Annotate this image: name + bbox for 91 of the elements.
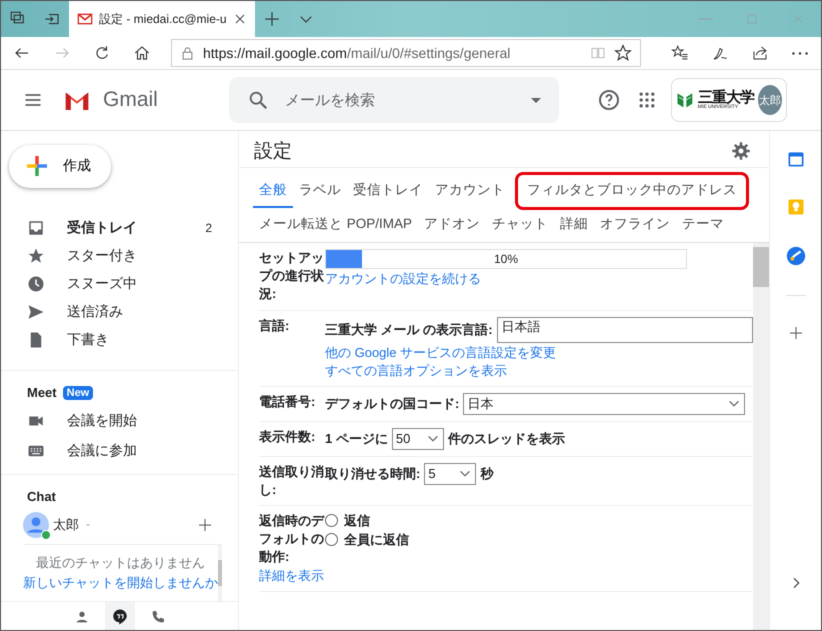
radio-label: 全員に返信 — [344, 530, 409, 548]
share-icon — [751, 44, 769, 62]
search-field[interactable]: メールを検索 — [229, 77, 559, 123]
more-icon — [792, 52, 808, 54]
setting-label: 送信取り消し: — [259, 462, 324, 499]
settings-icon — [731, 141, 751, 161]
new-badge: New — [62, 386, 94, 400]
settings-tab[interactable]: オフライン — [594, 208, 676, 242]
setting-label: 返信時のデフォルトの動作: — [259, 512, 325, 566]
help-icon — [597, 88, 621, 112]
search-icon — [247, 89, 269, 111]
folder-item[interactable]: スヌーズ中 — [1, 270, 238, 298]
close-icon — [791, 12, 805, 26]
scrollbar[interactable] — [218, 545, 222, 602]
field-suffix: 件のスレッドを表示 — [448, 430, 565, 448]
plus-icon — [25, 154, 49, 178]
field-label: 三重大学 メール の表示言語: — [325, 320, 493, 338]
chat-bubble-icon — [110, 608, 128, 626]
setting-label: セットアップの進行状況: — [259, 249, 325, 304]
continue-setup-link[interactable]: アカウントの設定を続ける — [325, 270, 753, 288]
setting-label: 言語: — [259, 316, 290, 335]
compose-button[interactable]: 作成 — [9, 145, 111, 188]
url-text: https://mail.google.com/mail/u/0/#settings/general — [203, 45, 510, 61]
star-icon — [614, 44, 632, 62]
address-bar[interactable]: https://mail.google.com/mail/u/0/#settings/general — [171, 39, 641, 67]
search-input[interactable]: メールを検索 — [283, 90, 517, 110]
settings-tab[interactable]: メール転送と POP/IMAP — [253, 208, 418, 242]
clock-icon — [27, 274, 45, 293]
radio-button[interactable] — [325, 532, 338, 546]
language-link[interactable]: すべての言語オプションを表示 — [325, 362, 753, 380]
favorites-icon — [671, 44, 689, 62]
start-chat-link[interactable]: 新しいチャットを開始しませんか — [23, 574, 218, 592]
meet-item[interactable]: 会議に参加 — [1, 436, 238, 466]
empty-chat-text: 最近のチャットはありません — [36, 554, 205, 572]
minimize-icon — [699, 18, 713, 20]
field-label: 取り消せる時間: — [325, 464, 420, 482]
plus-icon — [262, 10, 281, 28]
send-icon — [27, 303, 45, 321]
language-link[interactable]: 他の Google サービスの言語設定を変更 — [325, 344, 753, 362]
settings-tab[interactable]: 詳細 — [554, 208, 594, 242]
settings-tab[interactable]: ラベル — [293, 174, 347, 208]
apps-grid-icon — [637, 90, 657, 110]
unread-count: 2 — [205, 220, 212, 235]
settings-tab[interactable]: アドオン — [418, 208, 486, 242]
chat-user-name[interactable]: 太郎 — [53, 516, 79, 534]
home-icon — [133, 44, 151, 62]
star-icon — [27, 246, 45, 265]
org-name: 三重大学 — [698, 90, 754, 105]
lightbulb-icon — [786, 197, 806, 217]
settings-tab[interactable]: フィルタとブロック中のアドレス — [517, 174, 747, 208]
settings-tab[interactable]: テーマ — [676, 208, 730, 242]
dropdown[interactable]: 5 — [424, 462, 476, 485]
progress-reading: 10% — [492, 251, 520, 268]
dropdown[interactable]: 50 — [392, 428, 444, 450]
radio-button[interactable] — [325, 514, 338, 528]
settings-tab[interactable]: アカウント — [429, 174, 511, 208]
setting-label: 表示件数: — [259, 428, 316, 446]
settings-tab[interactable]: チャット — [486, 208, 554, 242]
field-suffix: 秒 — [480, 464, 494, 482]
dropdown[interactable]: 日本 — [463, 392, 745, 415]
browser-tab[interactable]: 設定 - miedai.cc@mie-u — [69, 1, 255, 37]
radio-label: 返信 — [344, 512, 370, 530]
field-label: デフォルトの国コード: — [325, 394, 460, 412]
section-title: Chat — [27, 489, 56, 504]
settings-tab[interactable]: 全般 — [253, 174, 293, 208]
lock-icon — [180, 46, 195, 60]
gmail-logo-icon — [77, 11, 93, 27]
close-icon — [232, 12, 247, 26]
inbox-icon — [27, 218, 45, 237]
folder-item[interactable]: スター付き — [1, 242, 238, 270]
details-link[interactable]: 詳細を表示 — [259, 566, 325, 585]
user-avatar-icon — [23, 512, 49, 538]
app-name: Gmail — [103, 88, 158, 112]
section-title: Meet — [27, 385, 57, 400]
field-label: 1 ページに — [325, 430, 388, 448]
page-title: 設定 — [254, 140, 292, 164]
tab-title: 設定 - miedai.cc@mie-u — [99, 10, 227, 28]
meet-item[interactable]: 会議を開始 — [1, 406, 238, 436]
settings-tab[interactable]: 受信トレイ — [347, 174, 429, 208]
language-field[interactable]: 日本語 — [496, 316, 753, 343]
maximize-icon — [745, 12, 759, 26]
folder-item[interactable]: 送信済み — [1, 298, 238, 326]
scrollbar[interactable] — [753, 243, 769, 630]
folder-item[interactable]: 下書き — [1, 326, 238, 354]
setting-label: 電話番号: — [259, 392, 316, 411]
caret-down-icon — [531, 98, 541, 102]
reading-view-icon — [590, 45, 606, 61]
folder-item[interactable]: 受信トレイ 2 — [1, 214, 238, 242]
phone-icon — [150, 609, 166, 626]
avatar: 太郎 — [758, 85, 782, 115]
person-icon — [74, 609, 90, 626]
